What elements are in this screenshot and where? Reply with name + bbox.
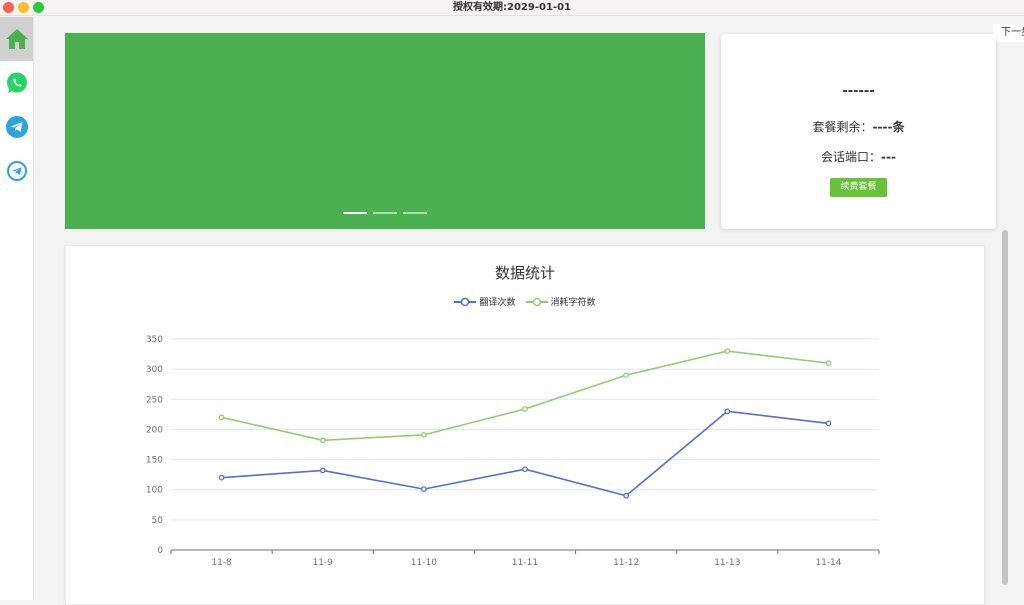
- sidebar: [0, 17, 34, 600]
- title-bar: 授权有效期:2029-01-01: [0, 0, 1024, 16]
- data-point: [421, 486, 427, 492]
- plan-remaining: 套餐剩余：----条: [721, 118, 996, 135]
- data-point: [522, 406, 528, 412]
- x-tick-label: 11-10: [411, 558, 437, 568]
- plan-card: ------ 套餐剩余：----条 会话端口：--- 续费套餐: [721, 34, 996, 229]
- data-point: [421, 432, 427, 438]
- x-tick-label: 11-13: [714, 558, 740, 568]
- sidebar-item-telegram-alt[interactable]: [0, 149, 33, 193]
- plan-remaining-label: 套餐剩余：: [812, 120, 873, 134]
- data-point: [319, 467, 326, 474]
- data-point: [218, 414, 225, 421]
- plan-port-value: ---: [881, 150, 896, 164]
- data-point: [825, 420, 832, 427]
- carousel-dot[interactable]: [343, 212, 367, 214]
- y-tick-label: 200: [146, 425, 163, 435]
- plan-remaining-value: ----条: [872, 120, 905, 134]
- data-point: [319, 437, 326, 444]
- data-point: [623, 492, 629, 499]
- y-tick-label: 50: [152, 516, 164, 526]
- telegram-outline-icon: [6, 161, 27, 181]
- renew-plan-button[interactable]: 续费套餐: [830, 178, 887, 197]
- sidebar-item-telegram[interactable]: [0, 105, 33, 149]
- series-line: [221, 350, 829, 442]
- x-tick-label: 11-8: [211, 558, 232, 568]
- series-line: [221, 410, 829, 497]
- x-tick-label: 11-11: [512, 558, 538, 568]
- line-chart: 0 50 100 150 200 250 300 350 11-8 11-9 11-10 11-11 1…: [146, 335, 880, 568]
- sidebar-item-home[interactable]: [0, 17, 33, 61]
- next-step-button[interactable]: 下一步: [993, 24, 1024, 42]
- data-point: [623, 372, 629, 379]
- y-tick-label: 100: [146, 486, 163, 496]
- vertical-scrollbar[interactable]: [1001, 230, 1009, 600]
- x-tick-label: 11-14: [815, 558, 841, 568]
- y-tick-label: 0: [157, 546, 163, 556]
- telegram-icon: [5, 116, 28, 138]
- carousel-indicators: [343, 212, 427, 214]
- stats-card: 数据统计 翻译次数 消耗字符数 0 50 100 150 200 250 300 350 11-…: [65, 245, 985, 605]
- data-point: [522, 466, 528, 473]
- x-tick-label: 11-12: [613, 558, 639, 568]
- data-point: [825, 360, 832, 366]
- carousel-dot[interactable]: [373, 212, 397, 214]
- y-tick-label: 250: [146, 395, 163, 405]
- banner-carousel[interactable]: [65, 33, 705, 229]
- data-point: [724, 408, 731, 415]
- plan-port: 会话端口：---: [721, 148, 996, 165]
- plan-name: ------: [842, 84, 875, 99]
- plan-port-label: 会话端口：: [821, 150, 882, 164]
- data-point: [724, 348, 731, 354]
- carousel-dot[interactable]: [403, 212, 427, 214]
- sidebar-item-whatsapp[interactable]: [0, 61, 33, 105]
- scrollbar-thumb[interactable]: [1002, 230, 1008, 585]
- y-tick-label: 350: [146, 335, 163, 345]
- y-tick-label: 300: [146, 365, 163, 375]
- data-point: [218, 474, 225, 481]
- whatsapp-icon: [6, 72, 27, 93]
- home-icon: [5, 29, 28, 49]
- x-tick-label: 11-9: [312, 558, 333, 568]
- window-title: 授权有效期:2029-01-01: [453, 2, 571, 13]
- y-tick-label: 150: [146, 456, 163, 466]
